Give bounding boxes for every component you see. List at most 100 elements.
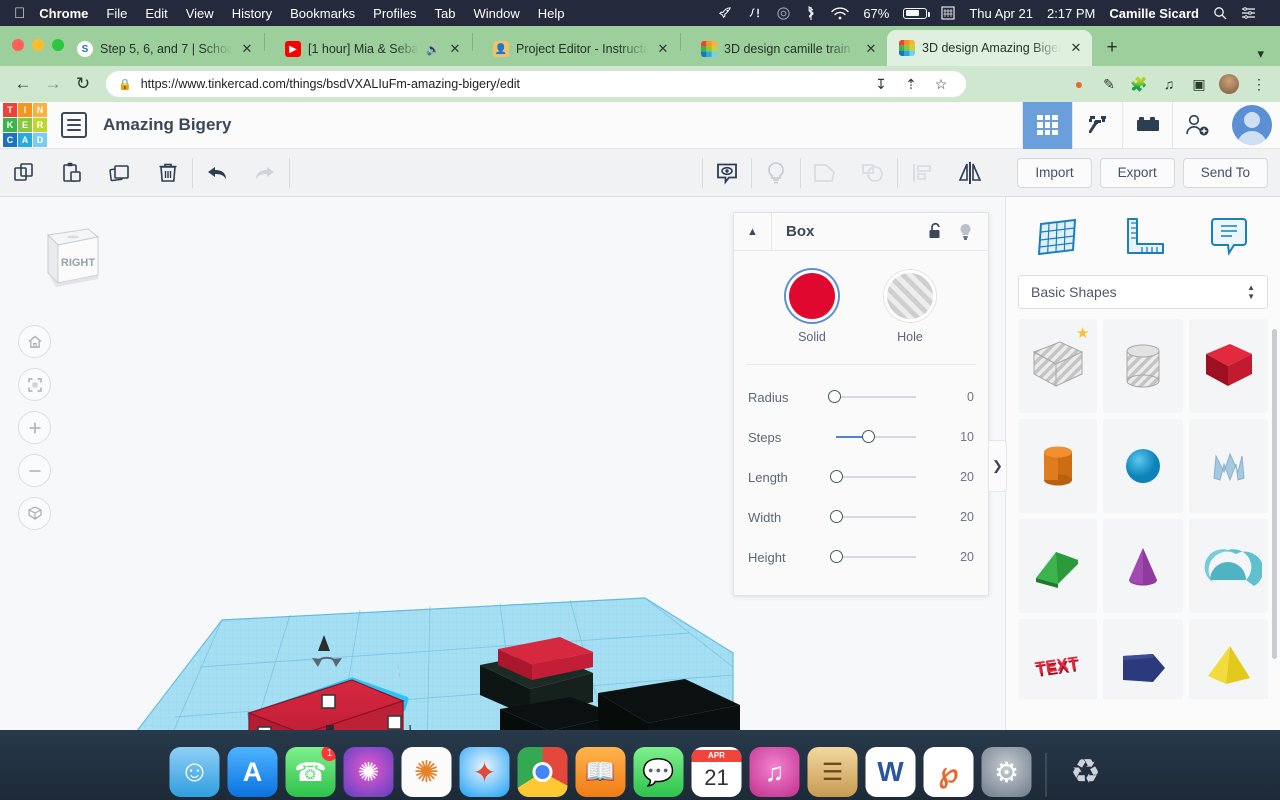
invite-person-icon[interactable] — [1172, 101, 1222, 149]
dock-app-store[interactable]: A — [227, 747, 278, 797]
duplicate-icon[interactable] — [96, 149, 144, 197]
tab-close-icon[interactable]: ✕ — [1068, 40, 1084, 56]
apple-icon[interactable]:  — [14, 6, 25, 21]
undo-icon[interactable] — [193, 149, 241, 197]
slider-value[interactable]: 20 — [932, 510, 974, 524]
back-arrow-icon[interactable]: ← — [8, 69, 38, 99]
group-icon[interactable] — [801, 149, 849, 197]
spiral-icon[interactable] — [776, 6, 791, 21]
dock-word[interactable]: W — [865, 747, 916, 797]
projects-list-icon[interactable] — [61, 112, 87, 138]
media-list-icon[interactable]: ♫ — [1156, 71, 1182, 97]
browser-tab-instructables[interactable]: 👤 Project Editor - Instructables ✕ — [474, 32, 679, 66]
extensions-icon[interactable]: 🧩 — [1126, 71, 1152, 97]
tab-close-icon[interactable]: ✕ — [863, 41, 879, 57]
picture-in-picture-icon[interactable]: ▣ — [1186, 71, 1212, 97]
dock-photos[interactable]: ✺ — [401, 747, 452, 797]
menu-help[interactable]: Help — [538, 6, 565, 21]
collapse-triangle-icon[interactable]: ▲ — [734, 213, 772, 250]
alert-icon[interactable] — [747, 6, 762, 21]
shape-scribble-blue[interactable] — [1188, 419, 1268, 513]
unlock-icon[interactable] — [920, 222, 950, 241]
light-bulb-icon[interactable] — [950, 222, 980, 241]
solid-option[interactable]: Solid — [789, 273, 835, 344]
maximize-window-button[interactable] — [52, 39, 64, 51]
shape-category-select[interactable]: Basic Shapes ▲ ▼ — [1018, 275, 1268, 309]
view-cube[interactable]: RIGHT — [26, 221, 104, 293]
shape-text-red[interactable]: TEXT TEXT — [1018, 619, 1098, 699]
redo-icon[interactable] — [241, 149, 289, 197]
user-avatar[interactable] — [1232, 105, 1272, 145]
reload-icon[interactable]: ↻ — [68, 69, 98, 99]
browser-tab-schoology[interactable]: S Step 5, 6, and 7 | Schoology ✕ — [58, 32, 263, 66]
dock-photo-booth[interactable]: ✺ — [343, 747, 394, 797]
shape-sphere-blue[interactable] — [1103, 419, 1183, 513]
close-window-button[interactable] — [12, 39, 24, 51]
forward-arrow-icon[interactable]: → — [38, 69, 68, 99]
delete-icon[interactable] — [144, 149, 192, 197]
three-dot-menu-icon[interactable]: ⋮ — [1246, 71, 1272, 97]
send-to-button[interactable]: Send To — [1182, 157, 1268, 188]
dock-chrome[interactable] — [517, 747, 568, 797]
ungroup-icon[interactable] — [849, 149, 897, 197]
align-icon[interactable] — [898, 149, 946, 197]
hole-option[interactable]: Hole — [887, 273, 933, 344]
light-bulb-icon[interactable] — [752, 149, 800, 197]
menu-file[interactable]: File — [106, 6, 127, 21]
import-button[interactable]: Import — [1017, 157, 1092, 188]
lego-brick-icon[interactable] — [1122, 101, 1172, 149]
slider-value[interactable]: 0 — [932, 390, 974, 404]
tab-close-icon[interactable]: ✕ — [239, 41, 255, 57]
steps-slider[interactable] — [828, 430, 924, 444]
slider-value[interactable]: 20 — [932, 550, 974, 564]
dock-system-preferences[interactable]: ⚙ — [981, 747, 1032, 797]
workplane-icon[interactable] — [1028, 209, 1086, 263]
screen-grid-icon[interactable] — [941, 6, 955, 20]
tab-close-icon[interactable]: ✕ — [655, 41, 671, 57]
zoom-in-icon[interactable] — [18, 411, 51, 444]
slider-value[interactable]: 10 — [932, 430, 974, 444]
shape-cylinder-orange[interactable] — [1018, 419, 1098, 513]
dock-finder[interactable]: ☺ — [169, 747, 220, 797]
profile-avatar[interactable] — [1216, 71, 1242, 97]
rocket-icon[interactable] — [718, 6, 733, 21]
dock-messages-green[interactable]: ☎ 1 — [285, 747, 336, 797]
perspective-toggle-icon[interactable] — [18, 497, 51, 530]
search-icon[interactable] — [1213, 6, 1227, 20]
mirror-icon[interactable] — [946, 149, 994, 197]
tab-close-icon[interactable]: ✕ — [447, 41, 463, 57]
bluetooth-icon[interactable] — [805, 5, 817, 21]
shape-polygon-navy[interactable] — [1103, 619, 1183, 699]
radius-slider[interactable] — [828, 390, 924, 404]
shapes-scrollbar[interactable] — [1272, 329, 1277, 659]
new-tab-button[interactable]: + — [1098, 34, 1126, 62]
panel-expand-chevron-right-icon[interactable]: ❯ — [989, 440, 1007, 492]
menu-tab[interactable]: Tab — [435, 6, 456, 21]
address-bar[interactable]: 🔒 https://www.tinkercad.com/things/bsdVX… — [106, 71, 966, 97]
shape-box-red[interactable] — [1188, 319, 1268, 413]
copy-icon[interactable] — [0, 149, 48, 197]
dock-calendar[interactable]: APR 21 — [691, 747, 742, 797]
menu-history[interactable]: History — [232, 6, 272, 21]
menu-bar-user[interactable]: Camille Sicard — [1109, 6, 1199, 21]
solid-color-swatch[interactable] — [789, 273, 835, 319]
tinkercad-logo[interactable]: T I N K E R C A D — [3, 103, 47, 147]
page-title[interactable]: Amazing Bigery — [103, 115, 231, 135]
tab-search-chevron-down-icon[interactable]: ▾ — [1257, 46, 1280, 62]
ruler-icon[interactable] — [1114, 209, 1172, 263]
share-icon[interactable]: ⇡ — [898, 71, 924, 97]
width-slider[interactable] — [828, 510, 924, 524]
blocks-grid-icon[interactable] — [1022, 101, 1072, 149]
shape-box-hole[interactable]: ★ — [1018, 319, 1098, 413]
browser-tab-tinkercad-train[interactable]: 3D design camille train | Tinkercad ✕ — [682, 32, 887, 66]
shape-cone-purple[interactable] — [1103, 519, 1183, 613]
install-icon[interactable]: ↧ — [868, 71, 894, 97]
note-icon[interactable] — [1200, 209, 1258, 263]
pencil-icon[interactable]: ✎ — [1096, 71, 1122, 97]
zoom-out-icon[interactable] — [18, 454, 51, 487]
menu-edit[interactable]: Edit — [145, 6, 167, 21]
dock-itunes[interactable]: ♫ — [749, 747, 800, 797]
shape-halfcylinder-teal[interactable] — [1188, 519, 1268, 613]
minecraft-pickaxe-icon[interactable] — [1072, 101, 1122, 149]
browser-tab-tinkercad-active[interactable]: 3D design Amazing Bigery ✕ — [887, 30, 1092, 66]
